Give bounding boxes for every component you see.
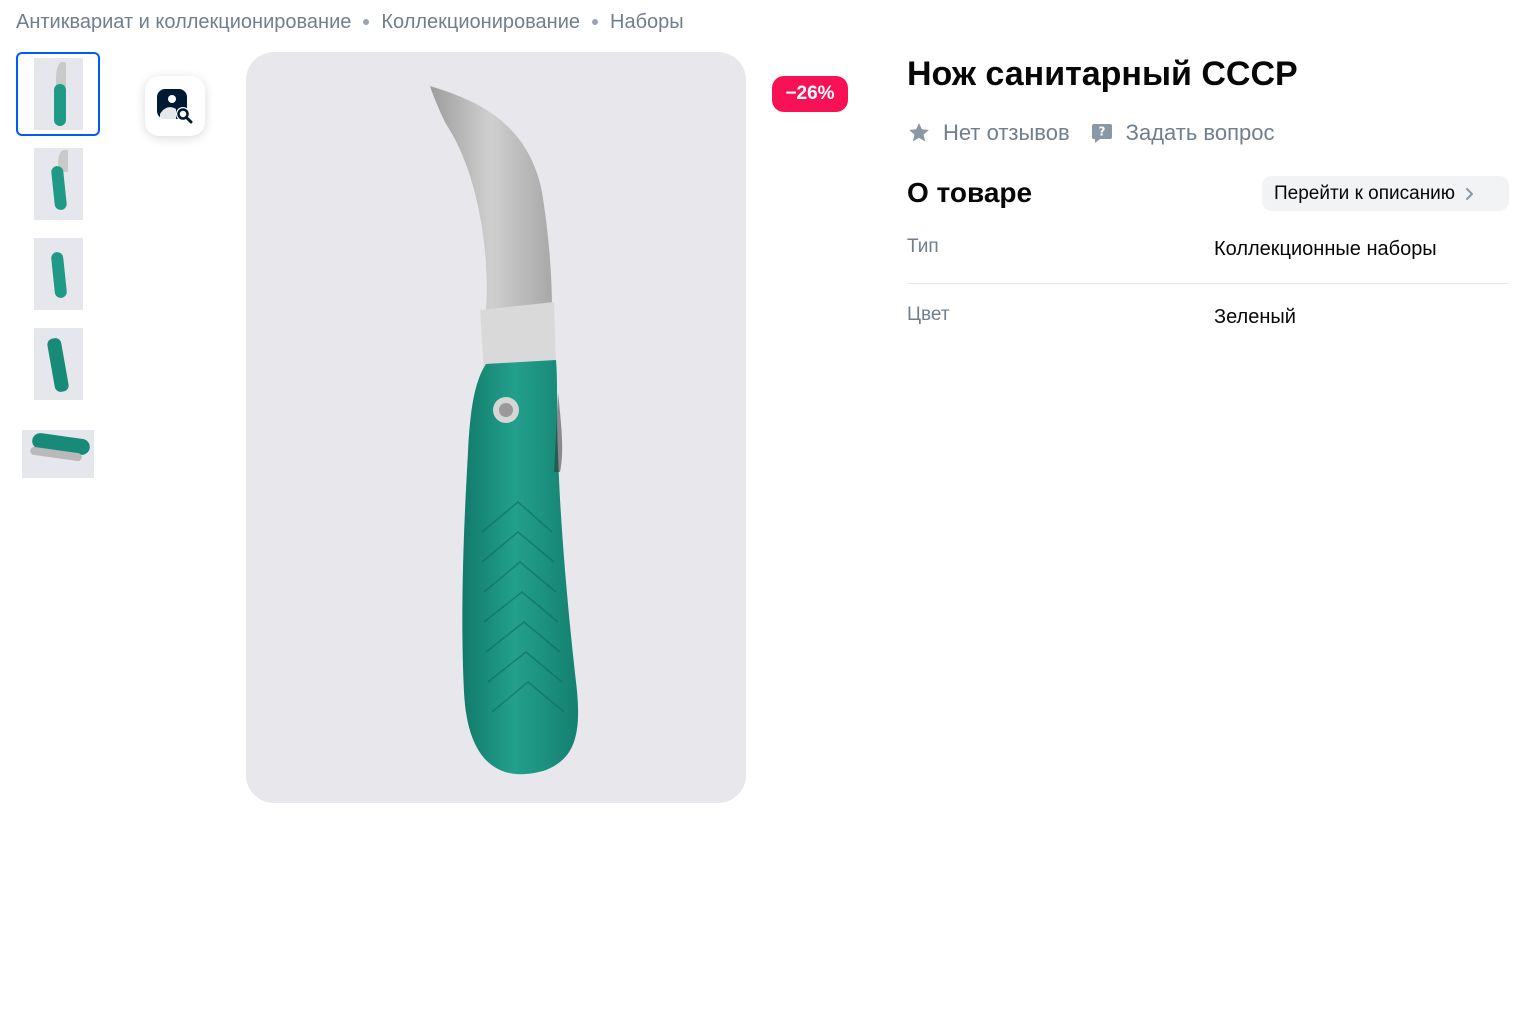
go-to-description-button[interactable]: Перейти к описанию: [1262, 176, 1509, 211]
star-icon: [907, 121, 931, 145]
svg-text:?: ?: [1098, 125, 1105, 139]
thumbnail-image: [22, 430, 94, 478]
breadcrumb-separator: [363, 19, 370, 25]
question-bubble-icon: ?: [1090, 121, 1114, 145]
thumbnail-2[interactable]: [16, 142, 100, 226]
image-search-icon: [157, 89, 193, 124]
discount-badge: −26%: [772, 76, 848, 112]
image-search-button[interactable]: [145, 76, 205, 136]
breadcrumb: Антиквариат и коллекционирование Коллекц…: [16, 8, 684, 36]
spec-value: Зеленый: [1214, 306, 1296, 328]
spec-row-type: Тип Коллекционные наборы: [907, 224, 1509, 284]
thumbnail-image: [33, 238, 83, 310]
breadcrumb-separator: [592, 19, 598, 25]
thumbnail-5[interactable]: [16, 412, 100, 496]
spec-key: Тип: [907, 236, 939, 257]
thumbnail-image: [33, 58, 83, 130]
ask-question-label: Задать вопрос: [1125, 120, 1275, 145]
breadcrumb-item-antiques[interactable]: Антиквариат и коллекционирование: [16, 11, 351, 34]
breadcrumb-item-collecting[interactable]: Коллекционирование: [381, 11, 580, 34]
thumbnail-image: [33, 148, 83, 220]
ask-question-link[interactable]: ? Задать вопрос: [1090, 120, 1275, 146]
spec-list: Тип Коллекционные наборы Цвет Зеленый: [907, 224, 1509, 350]
reviews-label: Нет отзывов: [943, 120, 1070, 145]
product-main-image[interactable]: [246, 52, 746, 803]
product-meta-row: Нет отзывов ? Задать вопрос: [907, 116, 1275, 150]
go-to-description-label: Перейти к описанию: [1274, 182, 1456, 204]
knife-illustration: [430, 86, 579, 775]
product-title: Нож санитарный СССР: [907, 55, 1298, 93]
thumbnail-3[interactable]: [16, 232, 100, 316]
about-product-heading: О товаре: [907, 177, 1033, 208]
spec-row-color: Цвет Зеленый: [907, 284, 1509, 350]
thumbnail-list: [16, 52, 100, 502]
thumbnail-image: [33, 328, 83, 400]
thumbnail-4[interactable]: [16, 322, 100, 406]
breadcrumb-item-sets[interactable]: Наборы: [610, 11, 684, 34]
chevron-right-icon: [1465, 187, 1475, 201]
spec-key: Цвет: [907, 304, 950, 325]
spec-value: Коллекционные наборы: [1214, 238, 1437, 260]
reviews-link[interactable]: Нет отзывов: [907, 120, 1070, 146]
thumbnail-1[interactable]: [16, 52, 100, 136]
